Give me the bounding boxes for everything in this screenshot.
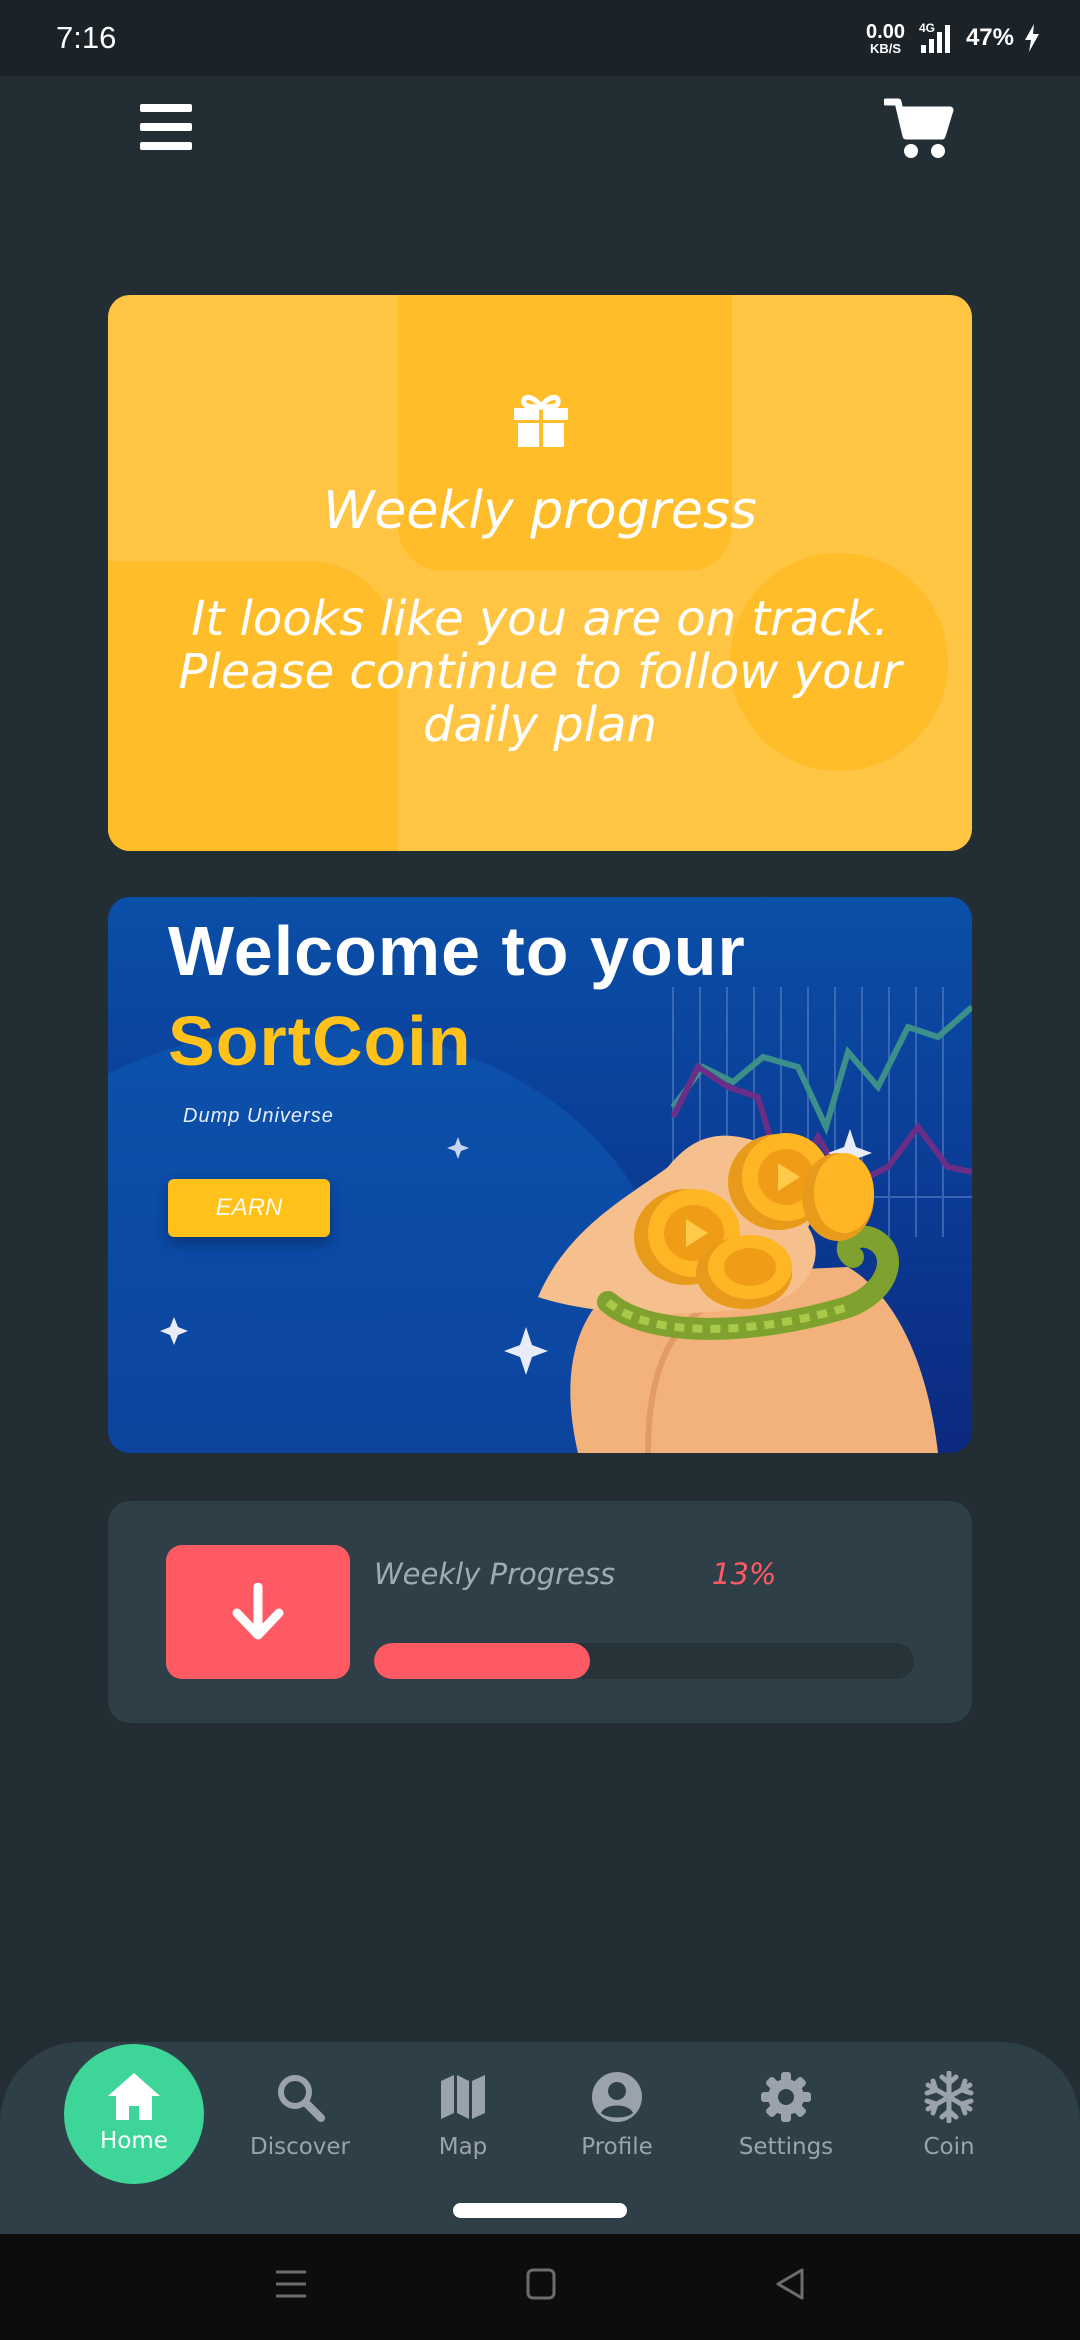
- weekly-progress-title: Weekly progress: [322, 481, 758, 541]
- network-speed-value: 0.00: [866, 20, 905, 43]
- user-circle-icon: [592, 2072, 642, 2122]
- system-navigation-bar: [0, 2234, 1080, 2340]
- nav-label: Home: [100, 2128, 168, 2154]
- map-icon: [441, 2075, 485, 2119]
- snowflake-icon: [924, 2071, 974, 2123]
- recent-apps-icon[interactable]: [274, 2266, 308, 2302]
- nav-item-discover[interactable]: Discover: [240, 2042, 360, 2234]
- weekly-progress-message: It looks like you are on track. Please c…: [178, 591, 902, 753]
- home-icon: [108, 2073, 160, 2120]
- network-speed: 0.00 KB/S: [866, 22, 905, 55]
- sortcoin-banner[interactable]: Welcome to your SortCoin Dump Universe E…: [108, 897, 972, 1453]
- gear-icon: [761, 2072, 811, 2122]
- progress-bar: [374, 1643, 914, 1679]
- network-speed-unit: KB/S: [869, 40, 902, 56]
- nav-label: Map: [438, 2134, 488, 2160]
- gift-icon: [514, 395, 568, 447]
- battery-percent: 47%: [965, 24, 1014, 51]
- banner-subtitle: Dump Universe: [183, 1105, 334, 1127]
- progress-label: Weekly Progress: [374, 1557, 616, 1591]
- home-indicator[interactable]: [453, 2203, 627, 2218]
- nav-label: Settings: [738, 2134, 834, 2160]
- arrow-down-badge[interactable]: [166, 1545, 350, 1679]
- hamburger-menu-icon[interactable]: [140, 104, 192, 150]
- search-icon: [278, 2075, 325, 2122]
- status-time: 7:16: [56, 20, 117, 55]
- shopping-cart-icon[interactable]: [884, 96, 954, 160]
- banner-title-line1: Welcome to your: [168, 912, 746, 990]
- back-icon[interactable]: [774, 2266, 806, 2302]
- charging-bolt-icon: [1025, 24, 1039, 52]
- progress-percent: 13%: [712, 1557, 777, 1591]
- nav-item-coin[interactable]: Coin: [889, 2042, 1009, 2234]
- nav-item-settings[interactable]: Settings: [726, 2042, 846, 2234]
- weekly-progress-card[interactable]: Weekly progress It looks like you are on…: [108, 295, 972, 851]
- banner-title-line2: SortCoin: [168, 1002, 472, 1080]
- earn-button[interactable]: EARN: [168, 1179, 330, 1237]
- signal-icon: 4G: [918, 21, 950, 53]
- nav-label: Discover: [249, 2134, 351, 2160]
- status-indicators: 0.00 KB/S 4G 47%: [866, 21, 1040, 55]
- nav-item-home[interactable]: Home: [64, 2044, 204, 2184]
- arrow-down-icon: [232, 1583, 284, 1640]
- nav-label: Profile: [581, 2134, 653, 2160]
- nav-label: Coin: [923, 2134, 975, 2160]
- network-type: 4G: [918, 21, 935, 35]
- weekly-progress-panel: Weekly Progress 13%: [108, 1501, 972, 1723]
- status-bar: 7:16 0.00 KB/S 4G 47%: [0, 0, 1080, 76]
- progress-bar-fill: [374, 1643, 590, 1679]
- home-button-icon[interactable]: [526, 2266, 556, 2302]
